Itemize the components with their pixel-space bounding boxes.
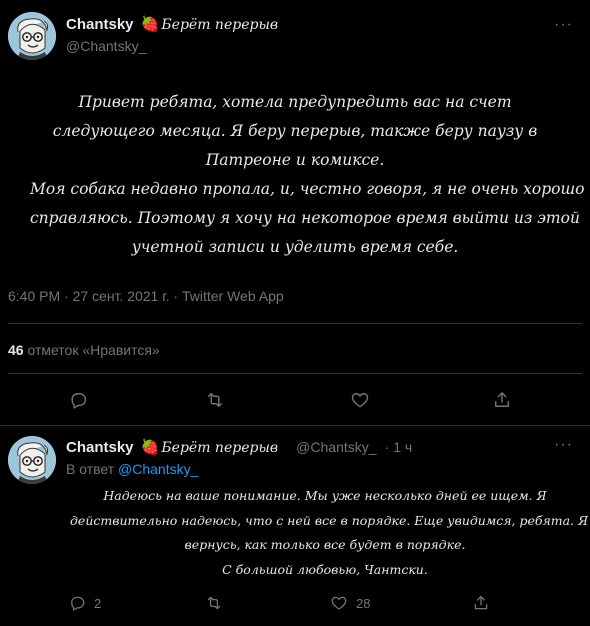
share-button[interactable]: [472, 594, 490, 612]
heart-icon: [351, 393, 369, 408]
main-tweet: Chantsky 🍓 Берёт перерыв @Chantsky_ ··· П…: [0, 0, 590, 425]
likes-count[interactable]: 46 отметок «Нравится»: [8, 342, 160, 358]
retweet-icon: [207, 596, 221, 610]
author-display-name[interactable]: Chantsky: [66, 16, 134, 33]
reply-to-mention[interactable]: @Chantsky_: [118, 461, 198, 477]
likes-label: отметок «Нравится»: [27, 342, 160, 358]
reply-author-row: Chantsky 🍓 Берёт перерыв @Chantsky_ · 1 ч: [66, 438, 412, 456]
avatar-image: [8, 12, 56, 60]
tweet-body-line: Привет ребята, хотела предупредить вас н…: [78, 93, 512, 111]
reply-button[interactable]: 2: [68, 594, 101, 612]
strawberry-icon: 🍓: [140, 439, 160, 456]
strawberry-icon: 🍓: [140, 16, 160, 33]
retweet-button[interactable]: [204, 390, 226, 410]
tweet-body-line: следующего месяца. Я беру перерыв, также…: [52, 122, 538, 140]
divider: [8, 373, 582, 374]
author-handle[interactable]: @Chantsky_: [66, 38, 146, 54]
reply-button[interactable]: [68, 390, 88, 410]
author-display-name[interactable]: Chantsky: [66, 439, 134, 456]
reply-icon: [71, 393, 87, 409]
reply-to-line: В ответ @Chantsky_: [66, 461, 198, 477]
reply-body: Надеюсь на ваше понимание. Мы уже нескол…: [70, 484, 589, 582]
author-handle[interactable]: @Chantsky_: [296, 439, 376, 455]
reply-body-line: Надеюсь на ваше понимание. Мы уже нескол…: [103, 488, 547, 503]
share-icon: [474, 595, 488, 610]
author-name[interactable]: Chantsky 🍓 Берёт перерыв: [66, 15, 278, 33]
reply-icon: [71, 596, 85, 611]
reply-to-prefix: В ответ: [66, 461, 115, 477]
retweet-button[interactable]: [204, 594, 224, 612]
like-button[interactable]: [350, 390, 370, 410]
like-button[interactable]: 28: [330, 594, 370, 612]
tweet-body-line: Патреоне и комиксе.: [205, 151, 385, 169]
tweet-timestamp[interactable]: 6:40 PM · 27 сент. 2021 г. · Twitter Web…: [8, 288, 284, 304]
retweet-icon: [208, 393, 222, 407]
tweet-body-line: справляюсь. Поэтому я хочу на некоторое …: [30, 209, 580, 227]
more-options-icon[interactable]: ···: [554, 16, 573, 34]
share-button[interactable]: [492, 390, 512, 410]
tweet-body-line: Моя собака недавно пропала, и, честно го…: [30, 180, 585, 198]
heart-icon: [331, 596, 347, 610]
reply-body-line: С большой любовью, Чантски.: [222, 561, 428, 577]
tweet-body: Привет ребята, хотела предупредить вас н…: [30, 88, 585, 262]
avatar[interactable]: [8, 12, 56, 60]
author-status: Берёт перерыв: [161, 17, 278, 33]
more-options-icon[interactable]: ···: [554, 436, 573, 454]
like-count: 28: [356, 595, 371, 611]
reply-body-line: действительно надеюсь, что с ней все в п…: [70, 512, 589, 528]
author-status: Берёт перерыв: [161, 440, 278, 456]
avatar-image: [8, 436, 56, 484]
avatar[interactable]: [8, 436, 56, 484]
reply-time[interactable]: · 1 ч: [385, 439, 413, 455]
share-icon: [495, 392, 509, 407]
reply-body-line: вернусь, как только все будет в порядке.: [184, 537, 466, 552]
likes-number: 46: [8, 342, 24, 358]
reply-tweet[interactable]: Chantsky 🍓 Берёт перерыв @Chantsky_ · 1 ч…: [0, 425, 590, 626]
reply-count: 2: [94, 595, 102, 611]
tweet-body-line: учетной записи и уделить время себе.: [131, 238, 459, 256]
divider: [8, 323, 582, 324]
